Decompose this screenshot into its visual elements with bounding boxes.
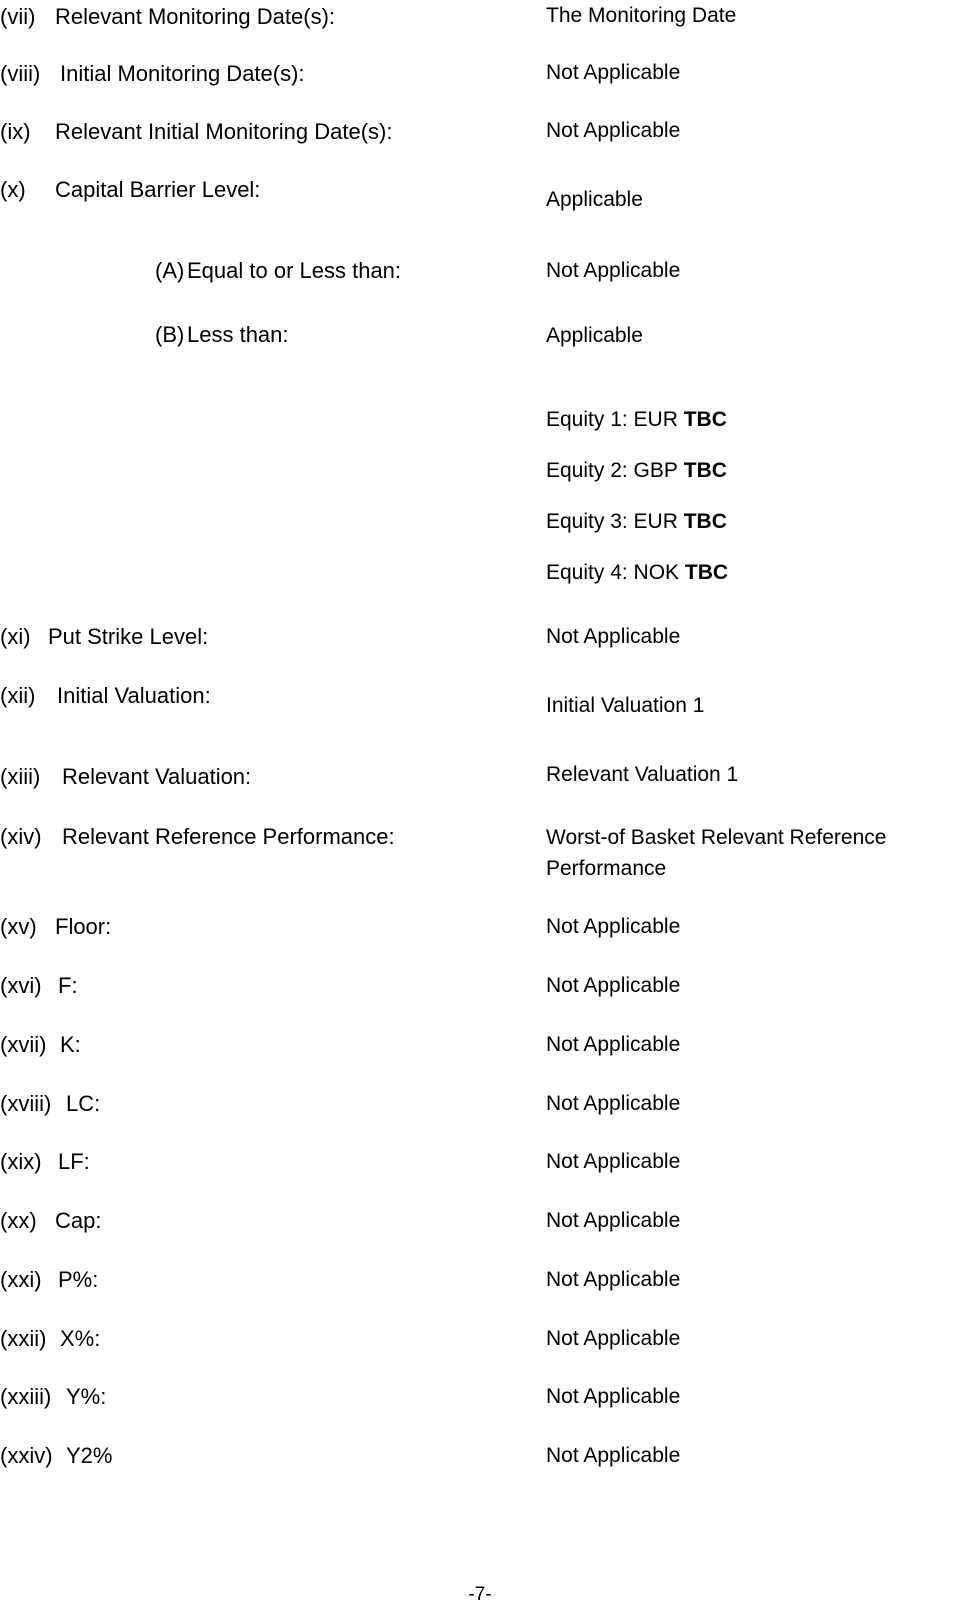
list-item-label: (xviii) LC: [0,1089,100,1119]
list-item-numeral: (vii) [0,4,36,29]
list-item-label: (x) Capital Barrier Level: [0,175,260,205]
page-number: -7- [468,1584,492,1605]
list-item-value: Not Applicable [546,1385,681,1408]
sub-item-value: Applicable [546,324,643,347]
list-item-label: (viii) Initial Monitoring Date(s): [0,59,305,89]
list-item-text: K: [60,1032,81,1057]
list-item-value: Not Applicable [546,1268,681,1291]
document-page: (vii) Relevant Monitoring Date(s): The Mo… [0,0,960,1622]
list-item-label: (xxi) P%: [0,1265,98,1295]
equity-level-amount: TBC [683,408,727,431]
list-item-label: (xxiv) Y2% [0,1441,112,1471]
list-item-text: Capital Barrier Level: [55,177,261,202]
sub-item-marker: (B) [155,322,185,347]
equity-level-amount: TBC [684,561,729,584]
list-item-value: Applicable [546,188,643,211]
list-item-numeral: (ix) [0,119,31,144]
list-item-numeral: (xxiii) [0,1384,52,1409]
equity-level-line: Equity 2: GBP TBC [546,456,727,486]
list-item-value: Not Applicable [546,1150,681,1173]
list-item-value: Not Applicable [546,61,681,84]
list-item-text: Relevant Initial Monitoring Date(s): [55,119,393,144]
equity-level-prefix: Equity 4: NOK [546,561,680,584]
equity-level-prefix: Equity 3: EUR [546,510,678,533]
list-item-numeral: (xxiv) [0,1443,53,1468]
sub-item-marker: (A) [155,258,185,283]
sub-item-text: Less than: [187,322,289,347]
list-item-text: LC: [66,1091,101,1116]
equity-level-amount: TBC [683,459,727,482]
list-item-numeral: (xiii) [0,764,41,789]
list-item-label: (xxii) X%: [0,1324,100,1354]
list-item-value: Relevant Valuation 1 [546,763,739,786]
list-item-text: Initial Valuation: [57,683,211,708]
list-item-label: (xii) Initial Valuation: [0,681,211,711]
list-item-numeral: (xxii) [0,1326,47,1351]
list-item-value: Not Applicable [546,625,681,648]
list-item-text: Initial Monitoring Date(s): [60,61,305,86]
list-item-value: Not Applicable [546,1444,681,1467]
list-item-text: X%: [60,1326,101,1351]
list-item-value: Not Applicable [546,1033,681,1056]
list-item-text: Relevant Reference Performance: [62,824,395,849]
list-item-value: Not Applicable [546,1092,681,1115]
list-item-numeral: (xx) [0,1208,37,1233]
list-item-numeral: (xxi) [0,1267,42,1292]
list-item-text: Relevant Monitoring Date(s): [55,4,336,29]
list-item-value: Not Applicable [546,1327,681,1350]
equity-level-line: Equity 4: NOK TBC [546,558,728,588]
list-item-numeral: (xv) [0,914,37,939]
list-item-numeral: (viii) [0,61,41,86]
list-item-text: Y%: [66,1384,107,1409]
list-item-text: LF: [58,1149,90,1174]
list-item-text: Relevant Valuation: [62,764,252,789]
sub-item-label: (B) Less than: [155,320,289,350]
list-item-text: Y2% [66,1443,113,1468]
list-item-value: Initial Valuation 1 [546,694,705,717]
list-item-value: The Monitoring Date [546,4,737,27]
list-item-numeral: (xii) [0,683,36,708]
list-item-label: (xix) LF: [0,1147,90,1177]
sub-item-value: Not Applicable [546,259,681,282]
equity-level-line: Equity 3: EUR TBC [546,507,727,537]
list-item-label: (xv) Floor: [0,912,111,942]
list-item-numeral: (xvi) [0,973,42,998]
sub-item-label: (A) Equal to or Less than: [155,256,401,286]
equity-level-prefix: Equity 2: GBP [546,459,678,482]
list-item-numeral: (xiv) [0,824,42,849]
equity-level-prefix: Equity 1: EUR [546,408,678,431]
equity-level-line: Equity 1: EUR TBC [546,405,727,435]
list-item-numeral: (xvii) [0,1032,47,1057]
list-item-text: Cap: [55,1208,102,1233]
list-item-label: (xvi) F: [0,971,78,1001]
list-item-numeral: (x) [0,177,26,202]
list-item-label: (xiv) Relevant Reference Performance: [0,822,395,852]
list-item-text: F: [58,973,78,998]
list-item-label: (vii) Relevant Monitoring Date(s): [0,2,335,32]
list-item-label: (xvii) K: [0,1030,81,1060]
equity-level-amount: TBC [683,510,727,533]
list-item-value: Not Applicable [546,119,681,142]
list-item-numeral: (xi) [0,624,31,649]
list-item-text: P%: [58,1267,99,1292]
sub-item-text: Equal to or Less than: [187,258,402,283]
list-item-value: Not Applicable [546,974,681,997]
list-item-text: Put Strike Level: [48,624,209,649]
list-item-value: Not Applicable [546,915,681,938]
list-item-label: (xiii) Relevant Valuation: [0,762,251,792]
list-item-numeral: (xix) [0,1149,42,1174]
list-item-value: Not Applicable [546,1209,681,1232]
list-item-label: (ix) Relevant Initial Monitoring Date(s): [0,117,392,147]
list-item-numeral: (xviii) [0,1091,52,1116]
list-item-label: (xx) Cap: [0,1206,101,1236]
list-item-value: Worst-of Basket Relevant Reference Perfo… [546,826,887,880]
list-item-text: Floor: [55,914,112,939]
list-item-label: (xxiii) Y%: [0,1382,106,1412]
list-item-label: (xi) Put Strike Level: [0,622,208,652]
